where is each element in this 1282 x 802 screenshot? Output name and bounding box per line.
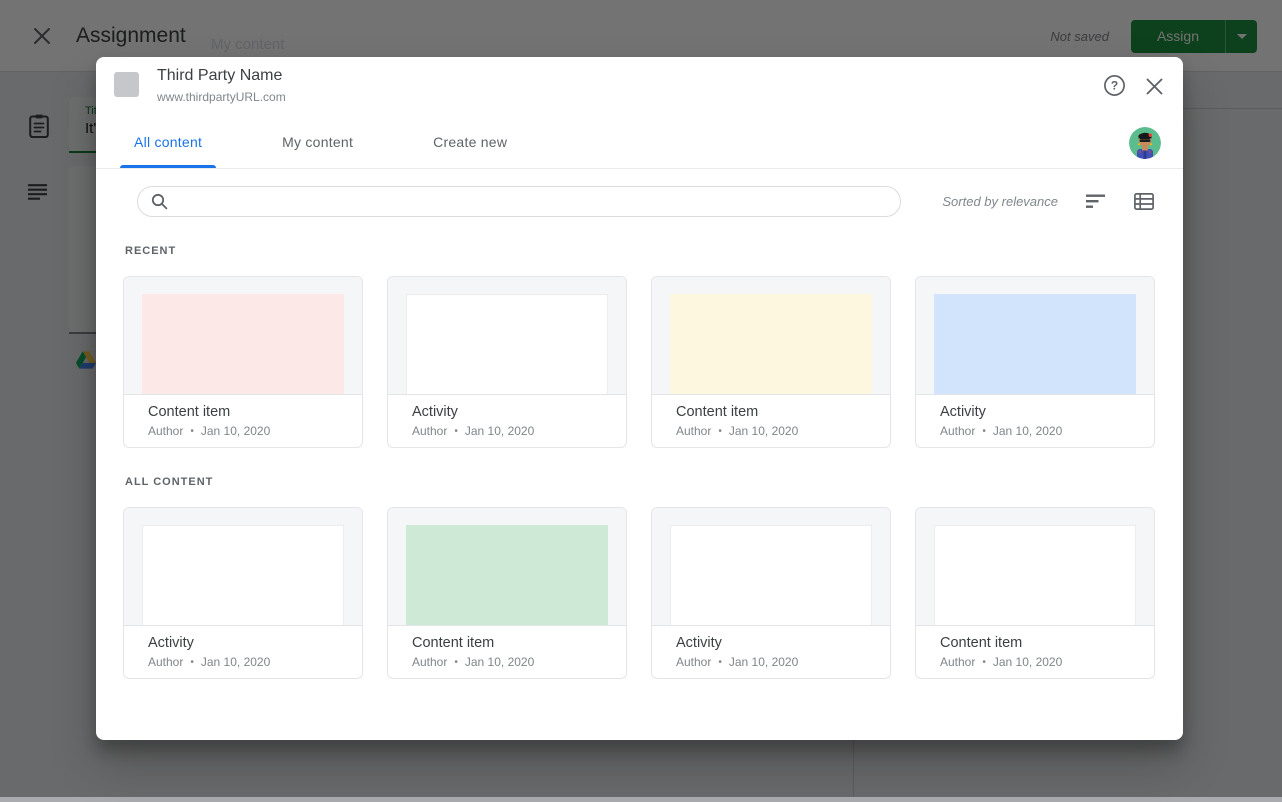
card-sep: • — [454, 657, 458, 668]
card-thumbnail — [124, 508, 362, 626]
search-toolbar: Sorted by relevance — [137, 183, 1154, 219]
svg-text:?: ? — [1111, 79, 1118, 93]
card-grid: Activity Author • Jan 10, 2020 Content ite… — [123, 507, 1155, 679]
content-card[interactable]: Activity Author • Jan 10, 2020 — [387, 276, 627, 448]
card-date: Jan 10, 2020 — [729, 424, 798, 438]
search-input[interactable] — [137, 186, 901, 217]
card-title: Activity — [940, 404, 1130, 420]
card-author: Author — [940, 424, 975, 438]
card-date: Jan 10, 2020 — [201, 655, 270, 669]
card-text: Content item Author • Jan 10, 2020 — [388, 626, 626, 669]
card-date: Jan 10, 2020 — [729, 655, 798, 669]
card-sep: • — [982, 426, 986, 437]
card-date: Jan 10, 2020 — [465, 424, 534, 438]
section-label: RECENT — [125, 245, 1155, 257]
card-title: Activity — [676, 635, 866, 651]
card-date: Jan 10, 2020 — [201, 424, 270, 438]
content-section: RECENT Content item Author • Jan 10, 2020 … — [123, 245, 1155, 448]
card-author: Author — [148, 655, 183, 669]
card-text: Activity Author • Jan 10, 2020 — [652, 626, 890, 669]
third-party-url: www.thirdpartyURL.com — [157, 90, 286, 104]
card-thumbnail — [388, 277, 626, 395]
card-title: Content item — [940, 635, 1130, 651]
content-section: ALL CONTENT Activity Author • Jan 10, 2020… — [123, 476, 1155, 679]
card-grid: Content item Author • Jan 10, 2020 Activit… — [123, 276, 1155, 448]
content-card[interactable]: Activity Author • Jan 10, 2020 — [915, 276, 1155, 448]
content-card[interactable]: Activity Author • Jan 10, 2020 — [123, 507, 363, 679]
card-text: Activity Author • Jan 10, 2020 — [124, 626, 362, 669]
list-view-icon[interactable] — [1134, 193, 1154, 210]
card-meta: Author • Jan 10, 2020 — [676, 424, 866, 438]
card-text: Activity Author • Jan 10, 2020 — [388, 395, 626, 438]
card-author: Author — [412, 424, 447, 438]
card-thumbnail — [916, 277, 1154, 395]
card-text: Content item Author • Jan 10, 2020 — [652, 395, 890, 438]
third-party-name: Third Party Name — [157, 67, 282, 85]
card-sep: • — [190, 657, 194, 668]
tab-all-content[interactable]: All content — [120, 115, 216, 168]
card-author: Author — [412, 655, 447, 669]
tab-bar: All content My content Create new — [96, 115, 1183, 169]
window-bottom-edge — [0, 797, 1282, 802]
card-text: Activity Author • Jan 10, 2020 — [916, 395, 1154, 438]
card-meta: Author • Jan 10, 2020 — [148, 424, 338, 438]
card-title: Content item — [148, 404, 338, 420]
sort-icon[interactable] — [1086, 194, 1106, 209]
section-label: ALL CONTENT — [125, 476, 1155, 488]
card-thumb-inner — [934, 294, 1136, 394]
card-meta: Author • Jan 10, 2020 — [148, 655, 338, 669]
content-card[interactable]: Content item Author • Jan 10, 2020 — [123, 276, 363, 448]
card-text: Content item Author • Jan 10, 2020 — [916, 626, 1154, 669]
screen: Assignment My content Not saved Assign T… — [0, 0, 1282, 802]
card-thumbnail — [388, 508, 626, 626]
card-sep: • — [982, 657, 986, 668]
card-thumbnail — [124, 277, 362, 395]
card-text: Content item Author • Jan 10, 2020 — [124, 395, 362, 438]
sort-status-text: Sorted by relevance — [942, 194, 1058, 209]
close-dialog-icon[interactable] — [1145, 77, 1164, 96]
card-meta: Author • Jan 10, 2020 — [412, 655, 602, 669]
content-card[interactable]: Content item Author • Jan 10, 2020 — [651, 276, 891, 448]
card-date: Jan 10, 2020 — [465, 655, 534, 669]
card-title: Activity — [412, 404, 602, 420]
card-thumb-inner — [142, 294, 344, 394]
card-date: Jan 10, 2020 — [993, 424, 1062, 438]
card-meta: Author • Jan 10, 2020 — [676, 655, 866, 669]
card-thumb-inner — [670, 525, 872, 625]
card-title: Content item — [676, 404, 866, 420]
card-thumb-inner — [934, 525, 1136, 625]
content-card[interactable]: Content item Author • Jan 10, 2020 — [387, 507, 627, 679]
card-thumb-inner — [406, 294, 608, 394]
content-card[interactable]: Activity Author • Jan 10, 2020 — [651, 507, 891, 679]
card-sep: • — [454, 426, 458, 437]
user-avatar[interactable] — [1129, 127, 1161, 159]
card-thumb-inner — [670, 294, 872, 394]
card-meta: Author • Jan 10, 2020 — [940, 424, 1130, 438]
card-meta: Author • Jan 10, 2020 — [940, 655, 1130, 669]
card-title: Activity — [148, 635, 338, 651]
help-icon[interactable]: ? — [1103, 74, 1126, 97]
third-party-picker-dialog: Third Party Name www.thirdpartyURL.com ?… — [96, 57, 1183, 740]
content-card[interactable]: Content item Author • Jan 10, 2020 — [915, 507, 1155, 679]
card-thumbnail — [652, 508, 890, 626]
card-thumb-inner — [142, 525, 344, 625]
card-thumbnail — [916, 508, 1154, 626]
card-author: Author — [676, 424, 711, 438]
card-sep: • — [718, 426, 722, 437]
card-thumb-inner — [406, 525, 608, 625]
card-title: Content item — [412, 635, 602, 651]
tab-my-content[interactable]: My content — [268, 115, 367, 168]
card-author: Author — [676, 655, 711, 669]
card-author: Author — [940, 655, 975, 669]
card-date: Jan 10, 2020 — [993, 655, 1062, 669]
search-icon — [151, 193, 168, 210]
tab-create-new[interactable]: Create new — [419, 115, 521, 168]
card-thumbnail — [652, 277, 890, 395]
card-sep: • — [190, 426, 194, 437]
card-meta: Author • Jan 10, 2020 — [412, 424, 602, 438]
third-party-logo — [114, 72, 139, 97]
card-sep: • — [718, 657, 722, 668]
card-author: Author — [148, 424, 183, 438]
